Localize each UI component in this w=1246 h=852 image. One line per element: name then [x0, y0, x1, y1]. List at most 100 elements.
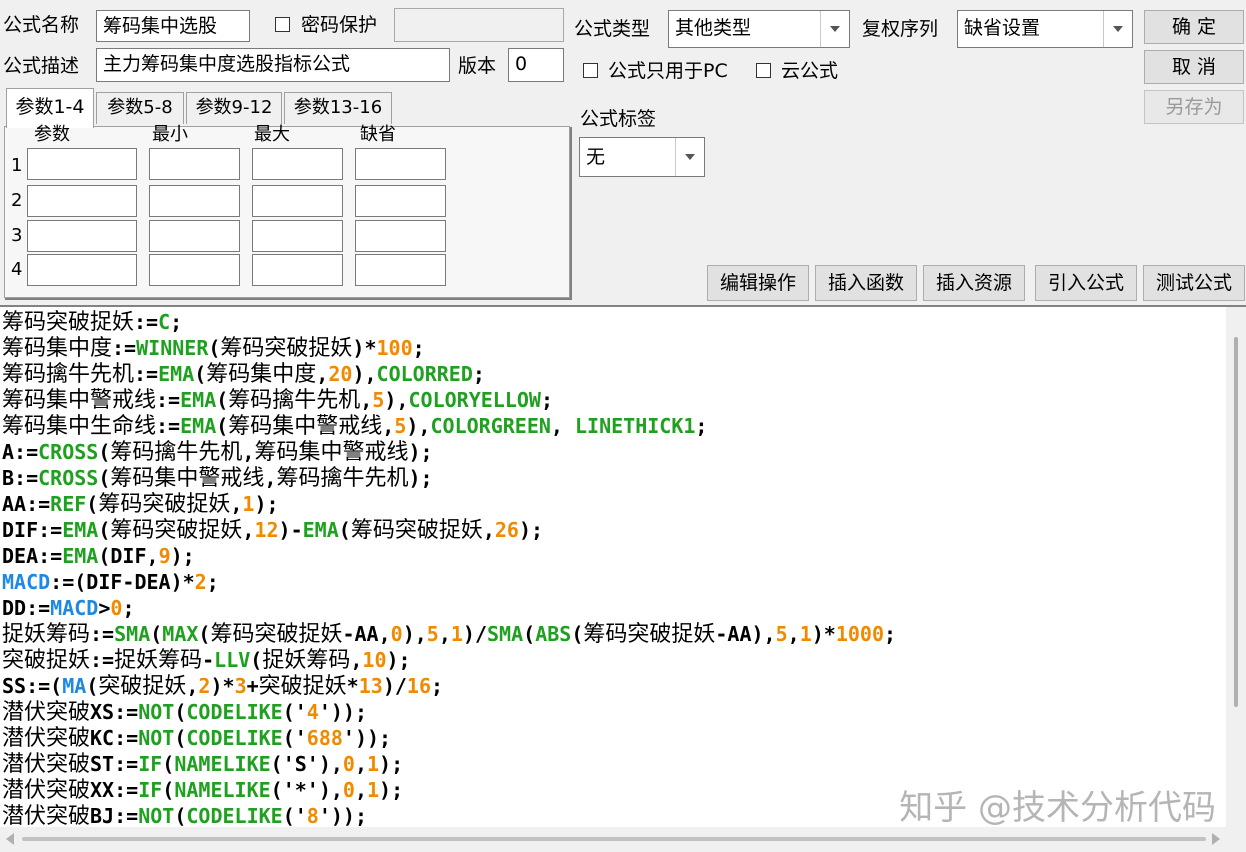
code-token: ; — [472, 362, 485, 386]
code-token: ( — [162, 752, 175, 776]
code-token: 筹码集中警戒线 — [254, 440, 409, 465]
code-token: , — [787, 622, 800, 646]
code-line: DIF:=EMA(筹码突破捉妖,12)-EMA(筹码突破捉妖,26); — [2, 517, 896, 543]
cancel-button[interactable]: 取 消 — [1144, 50, 1244, 84]
restore-value: 缺省设置 — [964, 17, 1041, 39]
code-token: 100 — [376, 336, 413, 360]
horizontal-scrollbar[interactable] — [0, 827, 1246, 852]
insert-resource-button[interactable]: 插入资源 — [923, 265, 1025, 301]
code-token: )/ — [382, 674, 407, 698]
code-token: 筹码擒牛先机 — [228, 388, 361, 413]
scroll-left-icon[interactable] — [6, 833, 14, 845]
code-token: 捉妖筹码 — [114, 648, 203, 673]
import-formula-button[interactable]: 引入公式 — [1035, 265, 1137, 301]
version-input[interactable]: 0 — [508, 48, 564, 82]
code-token: 4 — [306, 700, 319, 724]
tab-params-1-4[interactable]: 参数1-4 — [6, 88, 94, 128]
code-token: ( — [162, 778, 175, 802]
save-as-button[interactable]: 另存为 — [1144, 90, 1244, 124]
code-token: 潜伏突破 — [2, 726, 91, 751]
param-3-default[interactable] — [355, 220, 446, 252]
code-line: 潜伏突破XX:=IF(NAMELIKE('*'),0,1); — [2, 777, 896, 803]
code-token: COLORGREEN — [430, 414, 551, 438]
code-token: 5 — [394, 414, 407, 438]
param-3-max[interactable] — [252, 220, 343, 252]
code-token: ); — [379, 752, 404, 776]
chevron-down-icon[interactable] — [820, 11, 849, 47]
code-token: EMA — [302, 518, 339, 542]
code-line: A:=CROSS(筹码擒牛先机,筹码集中警戒线); — [2, 439, 896, 465]
param-3-name[interactable] — [27, 220, 137, 252]
code-text: 筹码突破捉妖:=C; 筹码集中度:=WINNER(筹码突破捉妖)*100; 筹码擒牛… — [2, 309, 896, 827]
param-1-min[interactable] — [149, 148, 240, 180]
code-token: , — [350, 648, 363, 672]
ok-button[interactable]: 确 定 — [1144, 10, 1244, 44]
code-token: NOT — [138, 700, 175, 724]
vertical-scrollbar[interactable] — [1226, 307, 1246, 827]
code-token: 0 — [390, 622, 403, 646]
scroll-right-icon[interactable] — [1212, 833, 1220, 845]
code-token: , — [550, 414, 575, 438]
code-token: ); — [254, 492, 279, 516]
code-token: 3 — [234, 674, 247, 698]
code-line: 潜伏突破XS:=NOT(CODELIKE('4')); — [2, 699, 896, 725]
param-4-name[interactable] — [27, 254, 137, 286]
code-token: ; — [170, 310, 183, 334]
param-3-min[interactable] — [149, 220, 240, 252]
insert-function-button[interactable]: 插入函数 — [815, 265, 917, 301]
param-2-min[interactable] — [149, 185, 240, 217]
code-token: ( — [174, 726, 187, 750]
code-token: ); — [408, 466, 433, 490]
row-header-1: 1 — [11, 155, 23, 176]
param-4-default[interactable] — [355, 254, 446, 286]
code-editor[interactable]: 筹码突破捉妖:=C; 筹码集中度:=WINNER(筹码突破捉妖)*100; 筹码擒牛… — [0, 305, 1246, 827]
param-1-max[interactable] — [252, 148, 343, 180]
horizontal-scroll-thumb[interactable] — [22, 837, 1206, 841]
code-token: , — [264, 466, 277, 490]
code-token: ')); — [318, 700, 367, 724]
code-token: SS:=( — [2, 674, 63, 698]
code-token: COLORYELLOW — [408, 388, 541, 412]
tag-select[interactable]: 无 — [579, 137, 705, 177]
pc-only-checkbox[interactable] — [583, 63, 598, 78]
param-1-default[interactable] — [355, 148, 446, 180]
formula-type-select[interactable]: 其他类型 — [668, 10, 850, 48]
code-token: , — [438, 622, 451, 646]
cloud-checkbox[interactable] — [756, 63, 771, 78]
formula-desc-input[interactable]: 主力筹码集中度选股指标公式 — [96, 48, 450, 82]
edit-ops-button[interactable]: 编辑操作 — [707, 265, 809, 301]
code-token: AA:= — [2, 492, 51, 516]
tab-params-5-8[interactable]: 参数5-8 — [96, 92, 184, 124]
chevron-down-icon[interactable] — [1103, 11, 1132, 47]
code-token: 0 — [110, 596, 123, 620]
chevron-down-icon[interactable] — [675, 138, 704, 176]
tab-params-9-12[interactable]: 参数9-12 — [186, 92, 282, 124]
password-checkbox[interactable] — [275, 17, 290, 32]
code-token: := — [112, 336, 137, 360]
code-token: ; — [884, 622, 897, 646]
code-token: + — [246, 674, 259, 698]
test-formula-button[interactable]: 测试公式 — [1143, 265, 1245, 301]
code-token: EMA — [62, 518, 99, 542]
param-2-default[interactable] — [355, 185, 446, 217]
param-1-name[interactable] — [27, 148, 137, 180]
password-input[interactable] — [394, 8, 564, 42]
param-4-max[interactable] — [252, 254, 343, 286]
param-2-max[interactable] — [252, 185, 343, 217]
code-token: ; — [431, 674, 444, 698]
code-token: MA — [62, 674, 87, 698]
vertical-scroll-thumb[interactable] — [1234, 337, 1238, 707]
code-token: CODELIKE — [186, 700, 283, 724]
restore-select[interactable]: 缺省设置 — [957, 10, 1133, 48]
code-token: ')); — [318, 804, 367, 827]
code-token: 筹码集中警戒线 — [110, 466, 265, 491]
pc-only-label: 公式只用于PC — [608, 60, 728, 82]
code-token: 10 — [362, 648, 387, 672]
code-token: 2 — [198, 674, 211, 698]
param-2-name[interactable] — [27, 185, 137, 217]
code-token: 筹码擒牛先机 — [110, 440, 243, 465]
formula-name-input[interactable]: 筹码集中选股 — [96, 10, 250, 42]
param-4-min[interactable] — [149, 254, 240, 286]
tab-params-13-16[interactable]: 参数13-16 — [284, 92, 392, 124]
col-header-max: 最大 — [254, 124, 290, 145]
